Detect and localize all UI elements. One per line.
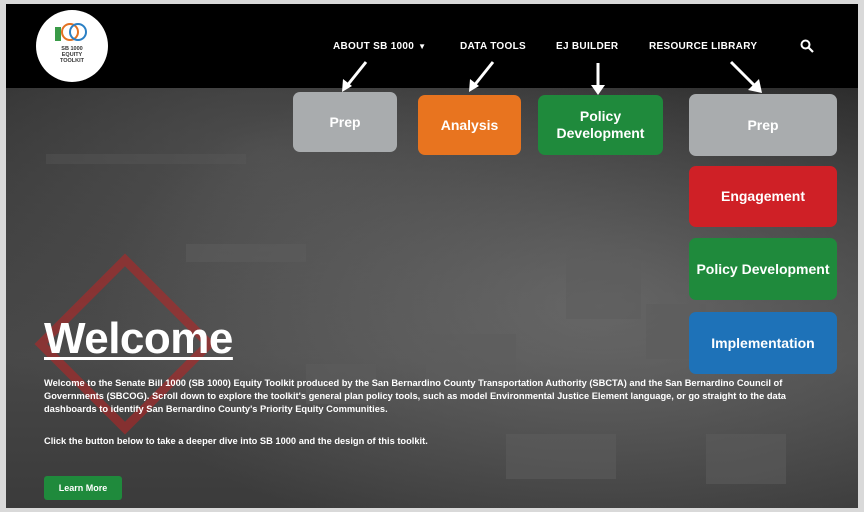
nav-about-label: ABOUT SB 1000 xyxy=(333,41,415,52)
library-policy-development-box: Policy Development xyxy=(689,238,837,300)
nav-resource-library[interactable]: RESOURCE LIBRARY xyxy=(649,41,757,52)
intro-paragraph: Welcome to the Senate Bill 1000 (SB 1000… xyxy=(44,378,786,414)
toolkit-logo[interactable]: SB 1000 EQUITY TOOLKIT xyxy=(36,10,108,82)
library-implementation-box: Implementation xyxy=(689,312,837,374)
nav-about-sb1000[interactable]: ABOUT SB 1000 ▼ xyxy=(333,41,426,52)
learn-more-button[interactable]: Learn More xyxy=(44,476,122,500)
arrow-icon xyxy=(342,61,368,92)
page-title: Welcome xyxy=(44,314,233,363)
nav-data-tools[interactable]: DATA TOOLS xyxy=(460,41,526,52)
click-instruction: Click the button below to take a deeper … xyxy=(44,436,428,446)
search-icon[interactable] xyxy=(800,39,814,53)
library-engagement-box: Engagement xyxy=(689,166,837,227)
nav-ej-builder[interactable]: EJ BUILDER xyxy=(556,41,618,52)
logo-text: SB 1000 EQUITY TOOLKIT xyxy=(59,46,85,64)
logo-mark-icon xyxy=(55,23,89,41)
page-frame: SB 1000 EQUITY TOOLKIT ABOUT SB 1000 ▼ DA… xyxy=(6,4,858,508)
library-prep-box: Prep xyxy=(689,94,837,156)
arrow-icon xyxy=(591,63,605,95)
arrow-icon xyxy=(729,60,762,93)
arrow-icon xyxy=(469,61,495,92)
step-analysis-box: Analysis xyxy=(418,95,521,155)
step-prep-box: Prep xyxy=(293,92,397,152)
step-policy-development-box: Policy Development xyxy=(538,95,663,155)
chevron-down-icon: ▼ xyxy=(418,42,427,51)
